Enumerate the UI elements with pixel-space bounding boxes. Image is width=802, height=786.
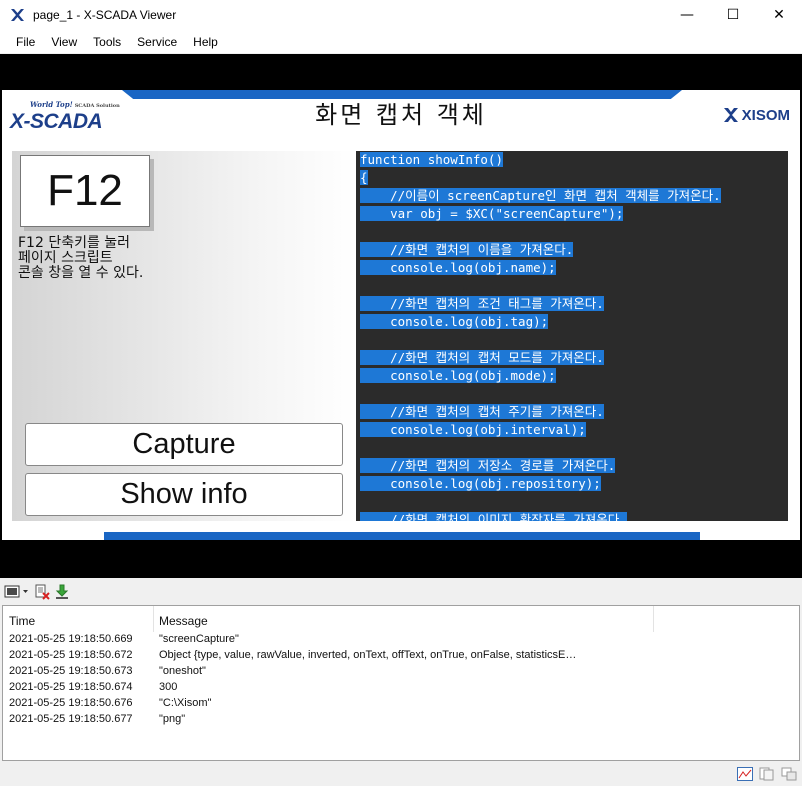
log-rows: 2021-05-25 19:18:50.669 "screenCapture" 20…: [3, 632, 799, 728]
code-line: //이름이 screenCapture인 화면 캡처 객체를 가져온다.: [360, 187, 721, 205]
log-time: 2021-05-25 19:18:50.669: [9, 633, 133, 645]
code-line: //화면 캡처의 조건 태그를 가져온다.: [360, 295, 721, 313]
menu-view[interactable]: View: [43, 35, 85, 49]
column-message[interactable]: Message: [159, 614, 208, 628]
code-text: console.log(obj.tag);: [360, 314, 549, 329]
log-time: 2021-05-25 19:18:50.676: [9, 697, 133, 709]
code-text: function showInfo(): [360, 152, 503, 167]
menu-tools[interactable]: Tools: [85, 35, 129, 49]
minimize-button[interactable]: —: [664, 0, 710, 30]
code-line: //화면 캡처의 캡처 모드를 가져온다.: [360, 349, 721, 367]
menu-help[interactable]: Help: [185, 35, 226, 49]
log-row[interactable]: 2021-05-25 19:18:50.674 300: [3, 680, 799, 696]
window-controls: — ☐ ✕: [664, 0, 802, 30]
viewer-stage: World Top! SCADA Solution X-SCADA 화면 캡처 객…: [0, 54, 802, 578]
code-line: //화면 캡처의 이름을 가져온다.: [360, 241, 721, 259]
code-line: console.log(obj.name);: [360, 259, 721, 277]
maximize-button[interactable]: ☐: [710, 0, 756, 30]
code-line: //화면 캡처의 캡처 주기를 가져온다.: [360, 403, 721, 421]
column-separator: [653, 606, 654, 632]
code-line: console.log(obj.tag);: [360, 313, 721, 331]
code-text: console.log(obj.name);: [360, 260, 556, 275]
code-line: //화면 캡처의 이미지 확장자를 가져온다.: [360, 511, 721, 521]
code-text: console.log(obj.repository);: [360, 476, 601, 491]
title-bar: page_1 - X-SCADA Viewer — ☐ ✕: [0, 0, 802, 30]
show-info-button[interactable]: Show info: [25, 473, 343, 516]
code-line: {: [360, 169, 721, 187]
console-header: Time Message: [3, 606, 799, 632]
column-time[interactable]: Time: [9, 614, 35, 628]
menu-file[interactable]: File: [8, 35, 43, 49]
log-message: 300: [159, 681, 178, 693]
log-row[interactable]: 2021-05-25 19:18:50.672 Object {type, val…: [3, 648, 799, 664]
f12-keycap: F12: [20, 155, 150, 227]
code-text: //화면 캡처의 조건 태그를 가져온다.: [360, 296, 604, 311]
log-message: Object {type, value, rawValue, inverted,…: [159, 649, 577, 661]
code-line: var obj = $XC("screenCapture");: [360, 205, 721, 223]
log-message: "oneshot": [159, 665, 206, 677]
code-text: console.log(obj.interval);: [360, 422, 586, 437]
log-message: "C:\Xisom": [159, 697, 212, 709]
log-time: 2021-05-25 19:18:50.677: [9, 713, 133, 725]
code-text: //이름이 screenCapture인 화면 캡처 객체를 가져온다.: [360, 188, 721, 203]
log-time: 2021-05-25 19:18:50.673: [9, 665, 133, 677]
log-row[interactable]: 2021-05-25 19:18:50.669 "screenCapture": [3, 632, 799, 648]
console-toolbar: [0, 580, 802, 604]
window-title: page_1 - X-SCADA Viewer: [33, 8, 177, 22]
code-text: //화면 캡처의 이미지 확장자를 가져온다.: [360, 512, 627, 521]
code-line: console.log(obj.interval);: [360, 421, 721, 439]
code-text: //화면 캡처의 캡처 주기를 가져온다.: [360, 404, 604, 419]
left-pane: F12 F12 단축키를 눌러 페이지 스크립트 콘솔 창을 열 수 있다. C…: [12, 151, 356, 521]
script-code-pane[interactable]: function showInfo() { //이름이 screenCapture…: [356, 151, 788, 521]
code-text: //화면 캡처의 캡처 모드를 가져온다.: [360, 350, 604, 365]
xisom-brand: XISOM: [722, 106, 790, 124]
log-time: 2021-05-25 19:18:50.674: [9, 681, 133, 693]
page-title: 화면 캡처 객체: [315, 101, 487, 129]
log-row[interactable]: 2021-05-25 19:18:50.676 "C:\Xisom": [3, 696, 799, 712]
code-line: //화면 캡처의 저장소 경로를 가져온다.: [360, 457, 721, 475]
code-line: console.log(obj.repository);: [360, 475, 721, 493]
code-line: console.log(obj.mode);: [360, 367, 721, 385]
log-time: 2021-05-25 19:18:50.672: [9, 649, 133, 661]
close-button[interactable]: ✕: [756, 0, 802, 30]
footer-accent-bar: [104, 532, 700, 540]
code-text: var obj = $XC("screenCapture");: [360, 206, 624, 221]
windows-status-icon[interactable]: [780, 766, 798, 782]
log-message: "png": [159, 713, 186, 725]
chart-status-icon[interactable]: [736, 766, 754, 782]
log-row[interactable]: 2021-05-25 19:18:50.673 "oneshot": [3, 664, 799, 680]
code-text: console.log(obj.mode);: [360, 368, 556, 383]
code-listing: function showInfo() { //이름이 screenCapture…: [360, 151, 721, 521]
status-bar: [0, 762, 802, 786]
console-view-icon[interactable]: [4, 583, 30, 601]
log-message: "screenCapture": [159, 633, 239, 645]
download-log-icon[interactable]: [54, 583, 70, 601]
menu-bar: File View Tools Service Help: [0, 30, 802, 53]
code-text: {: [360, 170, 368, 185]
code-line: function showInfo(): [360, 151, 721, 169]
scada-page: World Top! SCADA Solution X-SCADA 화면 캡처 객…: [2, 90, 800, 540]
log-row[interactable]: 2021-05-25 19:18:50.677 "png": [3, 712, 799, 728]
xscada-app-icon: [11, 9, 24, 21]
column-separator: [153, 606, 154, 632]
clear-log-icon[interactable]: [34, 583, 50, 601]
app-window: page_1 - X-SCADA Viewer — ☐ ✕ File View …: [0, 0, 802, 786]
console-log[interactable]: Time Message 2021-05-25 19:18:50.669 "scr…: [2, 605, 800, 761]
brand-label: XISOM: [741, 106, 790, 124]
code-text: //화면 캡처의 저장소 경로를 가져온다.: [360, 458, 616, 473]
code-text: //화면 캡처의 이름을 가져온다.: [360, 242, 574, 257]
capture-button[interactable]: Capture: [25, 423, 343, 466]
key-description: F12 단축키를 눌러 페이지 스크립트 콘솔 창을 열 수 있다.: [18, 235, 144, 281]
pages-status-icon[interactable]: [758, 766, 776, 782]
menu-service[interactable]: Service: [129, 35, 185, 49]
xisom-logo-icon: [723, 108, 738, 122]
